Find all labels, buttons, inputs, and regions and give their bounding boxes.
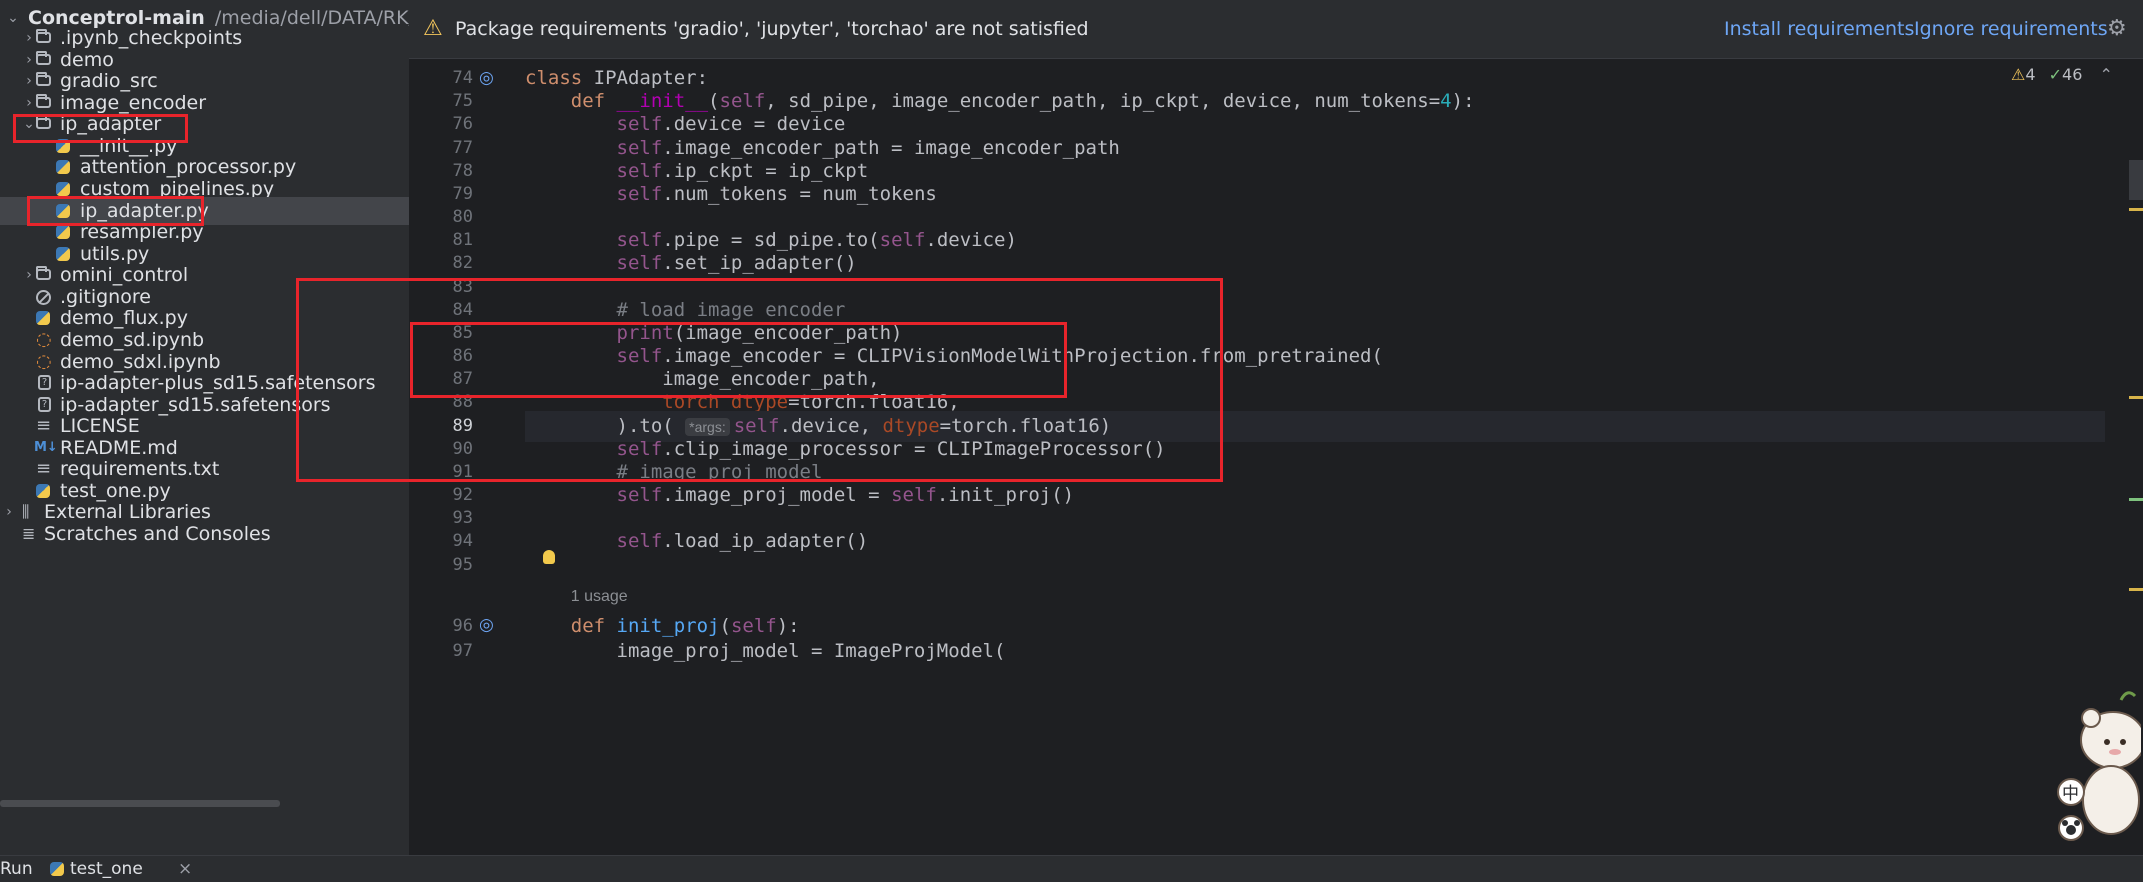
- code-line-79: self.num_tokens = num_tokens: [616, 183, 937, 205]
- python-file-icon: [56, 247, 70, 261]
- unknown-file-icon: ?: [38, 375, 51, 390]
- mascot-sticker: 中: [2057, 691, 2141, 841]
- tree-horizontal-scrollbar[interactable]: [0, 800, 280, 807]
- typo-marker[interactable]: [2129, 498, 2143, 501]
- python-file-icon: [36, 311, 50, 325]
- ignore-requirements-link[interactable]: Ignore requirements: [1914, 0, 2108, 58]
- banner-message: Package requirements 'gradio', 'jupyter'…: [455, 18, 1089, 40]
- warning-marker[interactable]: [2129, 588, 2143, 591]
- unknown-file-icon: ?: [38, 397, 51, 412]
- text-file-icon: ≡: [36, 415, 52, 436]
- install-requirements-link[interactable]: Install requirements: [1724, 0, 1914, 58]
- highlight-box-from-pretrained: [410, 322, 1067, 398]
- code-line-82: self.set_ip_adapter(): [616, 252, 857, 274]
- folder-icon: [36, 29, 51, 43]
- gear-icon[interactable]: ⚙: [2107, 0, 2127, 58]
- text-file-icon: ≡: [36, 458, 52, 479]
- python-file-icon: [56, 225, 70, 239]
- python-file-icon: [56, 182, 70, 196]
- folder-icon: [36, 94, 51, 108]
- line-number: 95: [452, 555, 473, 575]
- folder-icon: [36, 72, 51, 86]
- code-line-94: self.load_ip_adapter(): [616, 530, 869, 552]
- highlight-box-ip-adapter-file: [27, 196, 204, 226]
- bottom-tool-window-bar: Run test_one ×: [0, 855, 2143, 882]
- requirements-banner: ⚠ Package requirements 'gradio', 'jupyte…: [409, 0, 2143, 59]
- python-file-icon: [50, 862, 64, 876]
- implemented-icon[interactable]: ◎: [479, 68, 499, 88]
- warning-icon: ⚠: [423, 16, 443, 41]
- code-line-97: image_proj_model = ImageProjModel(: [525, 640, 1006, 662]
- notebook-icon: ◌: [36, 329, 52, 350]
- chevron-down-icon[interactable]: ⌄: [6, 4, 20, 32]
- console-icon: ≣: [22, 524, 36, 543]
- warning-marker[interactable]: [2129, 396, 2143, 399]
- tree-item-label: Scratches and Consoles: [44, 523, 271, 545]
- chevron-right-icon[interactable]: ›: [2, 498, 16, 526]
- library-icon: ⫼: [22, 502, 30, 521]
- chevron-right-icon[interactable]: ›: [22, 261, 36, 289]
- close-icon[interactable]: ×: [178, 856, 192, 882]
- ime-indicator[interactable]: 中: [2062, 784, 2079, 804]
- root-folder-path: /media/dell/DATA/RK/C: [214, 7, 409, 29]
- markdown-icon: M↓: [34, 440, 58, 455]
- python-file-icon: [36, 484, 50, 498]
- line-number: 97: [452, 641, 473, 661]
- python-file-icon: [56, 160, 70, 174]
- implemented-icon[interactable]: ◎: [479, 615, 499, 635]
- gitignore-icon: [36, 290, 51, 305]
- run-tab-test-one[interactable]: test_one: [70, 856, 143, 882]
- usage-hint[interactable]: 1 usage: [525, 580, 628, 611]
- folder-icon: [36, 266, 51, 280]
- editor-scrollbar-thumb[interactable]: [2129, 160, 2143, 200]
- code-line-92: self.image_proj_model = self.init_proj(): [616, 484, 1075, 506]
- folder-icon: [36, 51, 51, 65]
- notebook-icon: ◌: [36, 351, 52, 372]
- highlight-box-ip-adapter-folder: [13, 114, 188, 143]
- run-tool-window-label[interactable]: Run: [0, 856, 33, 882]
- warning-marker[interactable]: [2129, 208, 2143, 211]
